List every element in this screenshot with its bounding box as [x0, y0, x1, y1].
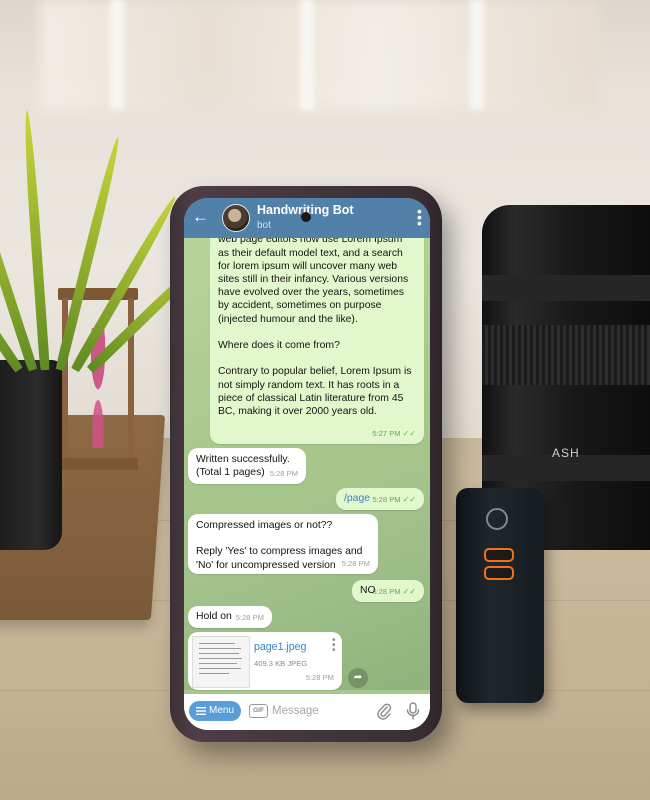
window-bar [470, 0, 484, 110]
message-text: Hold on [196, 611, 232, 622]
message-time: 5:28 PM [305, 672, 334, 682]
thumbnail-text-line [199, 643, 235, 645]
more-options-icon[interactable]: • • • [417, 204, 423, 230]
message-time: 5:28 PM [372, 586, 401, 596]
thumbnail-text-line [199, 668, 241, 670]
file-name[interactable]: page1.jpeg [254, 641, 306, 654]
message-bubble-incoming[interactable]: Compressed images or not?? Reply 'Yes' t… [188, 514, 378, 574]
hourglass-base [58, 458, 138, 470]
usb-charger [456, 488, 544, 703]
charger-logo-icon [486, 508, 508, 530]
message-text: here making it look like readable Englis… [218, 208, 412, 418]
double-check-icon: ✓✓ [402, 586, 416, 596]
window-bar [110, 0, 124, 110]
double-check-icon: ✓✓ [402, 428, 416, 438]
menu-button[interactable]: Menu [189, 701, 241, 721]
window-bar [300, 0, 314, 110]
plant-pot [0, 360, 62, 550]
message-input[interactable] [272, 702, 372, 720]
usb-c-port [484, 566, 514, 580]
gif-icon[interactable]: GIF [249, 704, 268, 718]
message-bubble-incoming[interactable]: Written successfully. (Total 1 pages) 5:… [188, 448, 306, 484]
back-arrow-icon[interactable]: ← [192, 207, 209, 227]
message-bubble-outgoing[interactable]: here making it look like readable Englis… [210, 202, 424, 444]
message-meta: 5:28 PM ✓✓ [372, 585, 416, 598]
double-check-icon: ✓✓ [402, 494, 416, 504]
message-meta: 5:27 PM ✓✓ [372, 427, 416, 440]
file-size: 409.3 KB JPEG [254, 659, 308, 668]
menu-label: Menu [209, 705, 235, 716]
message-time: 5:28 PM [269, 468, 298, 478]
file-message[interactable]: page1.jpeg 409.3 KB JPEG 5:28 PM • • • [188, 632, 342, 690]
file-options-icon[interactable]: • • • [332, 636, 336, 656]
command-text[interactable]: /page [344, 493, 370, 504]
message-composer: Menu GIF [184, 694, 430, 730]
thumbnail-text-line [199, 658, 242, 660]
microphone-icon[interactable] [406, 702, 420, 720]
background-window [40, 0, 600, 110]
message-time: 5:27 PM [372, 428, 401, 438]
message-time: 5:28 PM [235, 612, 264, 622]
usb-c-port [484, 548, 514, 562]
paperclip-icon[interactable] [376, 702, 392, 720]
message-bubble-incoming[interactable]: Hold on 5:28 PM [188, 606, 272, 628]
file-thumbnail[interactable] [192, 636, 250, 688]
thumbnail-text-line [199, 653, 239, 655]
chat-subtitle: bot [257, 220, 271, 231]
thumbnail-text-line [199, 648, 241, 650]
message-list[interactable]: here making it look like readable Englis… [184, 202, 430, 690]
message-time: 5:28 PM [372, 494, 401, 504]
forward-arrow-icon[interactable]: ➦ [348, 668, 368, 688]
thumbnail-text-line [199, 663, 237, 665]
lens-ring [482, 275, 650, 301]
hamburger-icon [196, 707, 206, 715]
message-meta: 5:28 PM ✓✓ [372, 493, 416, 506]
message-bubble-outgoing[interactable]: NO 5:28 PM ✓✓ [352, 580, 424, 602]
thumbnail-text-line [199, 673, 229, 675]
message-time: 5:28 PM [341, 558, 370, 568]
lens-focus-ring [482, 325, 650, 385]
camera-notch [301, 212, 311, 222]
telegram-screen: ← Handwriting Bot bot ••• here making it… [184, 198, 430, 730]
bot-avatar[interactable] [222, 204, 250, 232]
lens-marking: ASH [552, 446, 580, 460]
message-bubble-outgoing[interactable]: /page 5:28 PM ✓✓ [336, 488, 424, 510]
